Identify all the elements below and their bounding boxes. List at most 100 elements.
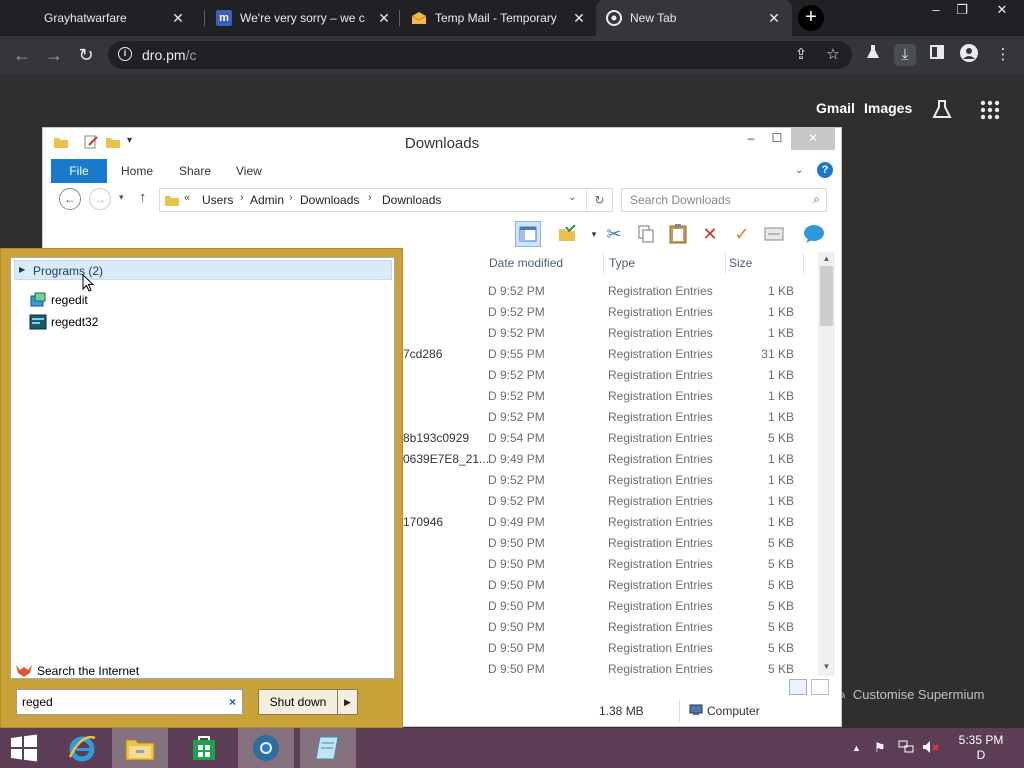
tab-grayhatwarfare[interactable]: Grayhatwarfare ✕ (0, 0, 196, 36)
file-row[interactable]: D 9:52 PM Registration Entries 1 KB (403, 385, 818, 406)
close-icon[interactable]: ✕ (170, 10, 186, 27)
recent-locations-icon[interactable]: ▾ (119, 192, 124, 203)
restore-button[interactable]: ❐ (948, 2, 976, 18)
up-arrow-icon[interactable]: ↑ (139, 189, 147, 206)
tab-tempmail[interactable]: Temp Mail - Temporary ✕ (401, 0, 597, 36)
paste-icon[interactable] (665, 221, 691, 247)
info-icon[interactable]: i (118, 47, 132, 61)
file-row[interactable]: D 9:52 PM Registration Entries 1 KB (403, 280, 818, 301)
tab-view[interactable]: View (236, 159, 262, 183)
rename-check-icon[interactable]: ✓ (729, 221, 755, 247)
start-search-input[interactable]: reged × (16, 689, 243, 715)
tab-file[interactable]: File (51, 159, 107, 183)
close-icon[interactable]: ✕ (376, 10, 392, 27)
gmail-link[interactable]: Gmail (816, 100, 855, 116)
address-bar[interactable]: i dro.pm/c ⇪ ☆ (108, 41, 852, 69)
file-row[interactable]: D 9:50 PM Registration Entries 5 KB (403, 532, 818, 553)
column-type[interactable]: Type (609, 256, 635, 270)
file-row[interactable]: 170946 D 9:49 PM Registration Entries 1 KB (403, 511, 818, 532)
column-divider[interactable] (725, 252, 726, 274)
copy-icon[interactable] (633, 221, 659, 247)
tab-sorry[interactable]: m We're very sorry – we c ✕ (206, 0, 402, 36)
close-window-button[interactable]: ✕ (988, 2, 1016, 18)
column-date-modified[interactable]: Date modified (489, 256, 563, 270)
labs-icon[interactable] (932, 99, 952, 122)
new-tab-button[interactable]: + (798, 5, 824, 31)
taskbar-store[interactable] (176, 728, 232, 768)
file-row[interactable]: D 9:52 PM Registration Entries 1 KB (403, 301, 818, 322)
breadcrumb[interactable]: « Users › Admin › Downloads › Downloads … (159, 188, 613, 212)
refresh-icon[interactable]: ↻ (586, 188, 612, 212)
action-center-flag-icon[interactable]: ⚑ (874, 740, 886, 756)
file-row[interactable]: D 9:50 PM Registration Entries 5 KB (403, 553, 818, 574)
back-arrow-icon[interactable]: ← (59, 188, 81, 210)
minimize-button[interactable]: – (922, 2, 950, 17)
file-row[interactable]: D 9:52 PM Registration Entries 1 KB (403, 490, 818, 511)
reload-icon[interactable]: ↻ (74, 44, 98, 66)
labs-flask-icon[interactable] (862, 44, 884, 66)
clock[interactable]: 5:35 PM D (950, 733, 1012, 763)
apps-grid-icon[interactable] (980, 100, 1000, 123)
close-icon[interactable]: ✕ (766, 10, 782, 27)
file-row[interactable]: D 9:52 PM Registration Entries 1 KB (403, 406, 818, 427)
file-row[interactable]: 7cd286 D 9:55 PM Registration Entries 31 KB (403, 343, 818, 364)
back-arrow-icon[interactable]: ← (10, 44, 34, 66)
forward-arrow-icon[interactable]: → (89, 188, 111, 210)
help-icon[interactable]: ? (817, 162, 833, 178)
explorer-title-bar[interactable]: ▾ Downloads – ☐ ✕ (43, 128, 841, 158)
breadcrumb-downloads[interactable]: Downloads (300, 193, 359, 207)
close-icon[interactable]: ✕ (571, 10, 587, 27)
scroll-down-icon[interactable]: ▼ (818, 662, 835, 671)
forward-arrow-icon[interactable]: → (42, 44, 66, 66)
column-size[interactable]: Size (729, 256, 752, 270)
file-row[interactable]: D 9:52 PM Registration Entries 1 KB (403, 469, 818, 490)
chevron-down-icon[interactable]: ⌄ (568, 192, 576, 203)
taskbar-file-explorer[interactable] (112, 728, 168, 768)
side-panel-icon[interactable] (926, 44, 948, 66)
tab-share[interactable]: Share (179, 159, 211, 183)
file-row[interactable]: D 9:50 PM Registration Entries 5 KB (403, 616, 818, 637)
close-window-button[interactable]: ✕ (791, 128, 835, 150)
download-icon[interactable]: ⤓ (894, 44, 916, 66)
program-regedt32[interactable]: regedt32 (29, 312, 98, 332)
file-row[interactable]: 0639E7E8_21... D 9:49 PM Registration Entr… (403, 448, 818, 469)
search-the-internet-link[interactable]: Search the Internet (15, 664, 139, 678)
breadcrumb-overflow-icon[interactable]: « (184, 192, 190, 204)
delete-icon[interactable]: ✕ (697, 221, 723, 247)
cut-icon[interactable]: ✂ (601, 221, 627, 247)
start-button[interactable] (0, 728, 48, 768)
vertical-scrollbar[interactable]: ▲ ▼ (818, 252, 835, 676)
breadcrumb-users[interactable]: Users (202, 193, 233, 207)
chevron-right-icon[interactable]: › (368, 192, 372, 204)
show-hidden-icons-icon[interactable]: ▲ (852, 743, 861, 753)
file-row[interactable]: D 9:52 PM Registration Entries 1 KB (403, 364, 818, 385)
taskbar-internet-explorer[interactable] (54, 728, 110, 768)
taskbar-browser[interactable] (238, 728, 294, 768)
expand-triangle-icon[interactable]: ▶ (19, 265, 25, 274)
file-row[interactable]: D 9:50 PM Registration Entries 5 KB (403, 637, 818, 658)
customise-button[interactable]: ✎Customise Supermium (836, 680, 1006, 710)
file-row[interactable]: D 9:50 PM Registration Entries 5 KB (403, 595, 818, 616)
programs-group-header[interactable]: ▶ Programs (2) (14, 260, 392, 280)
details-view-icon[interactable] (789, 679, 807, 695)
maximize-button[interactable]: ☐ (769, 128, 785, 150)
volume-muted-icon[interactable] (922, 740, 940, 757)
chevron-down-icon[interactable]: ⌄ (795, 159, 803, 183)
tab-home[interactable]: Home (121, 159, 153, 183)
properties-icon[interactable] (761, 221, 787, 247)
share-icon[interactable]: ⇪ (790, 44, 812, 66)
file-row[interactable]: D 9:52 PM Registration Entries 1 KB (403, 322, 818, 343)
large-icons-view-icon[interactable] (811, 679, 829, 695)
scroll-thumb[interactable] (820, 266, 833, 326)
breadcrumb-downloads-current[interactable]: Downloads (382, 193, 441, 207)
preview-pane-icon[interactable] (515, 221, 541, 247)
images-link[interactable]: Images (864, 100, 912, 116)
scroll-up-icon[interactable]: ▲ (818, 254, 835, 263)
breadcrumb-admin[interactable]: Admin (250, 193, 284, 207)
select-folder-icon[interactable] (555, 221, 581, 247)
program-regedit[interactable]: regedit (29, 290, 88, 310)
shutdown-options-arrow-icon[interactable]: ▶ (337, 690, 357, 714)
kebab-menu-icon[interactable]: ⋮ (992, 44, 1014, 66)
chevron-right-icon[interactable]: › (289, 192, 293, 204)
clear-search-icon[interactable]: × (229, 695, 236, 709)
